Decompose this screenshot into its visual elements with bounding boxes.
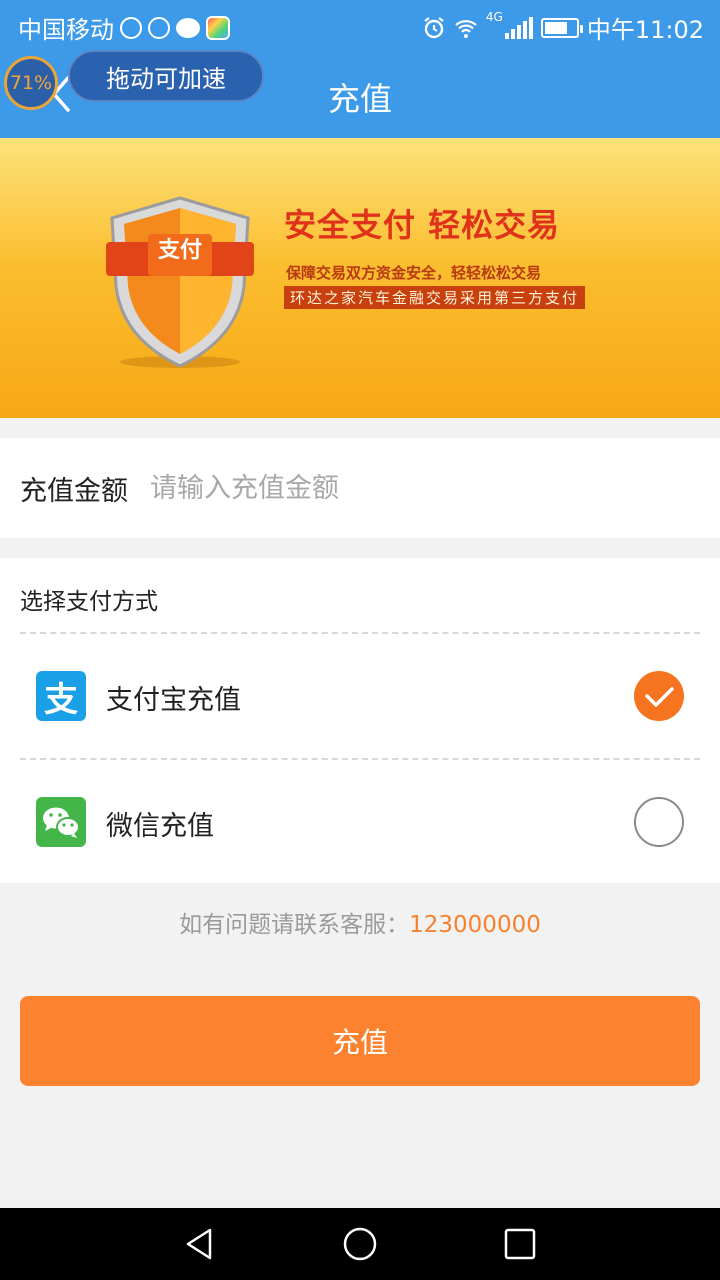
browser-icon <box>148 16 170 39</box>
recharge-button[interactable]: 充值 <box>20 996 700 1086</box>
shield-icon <box>106 196 254 368</box>
banner-title: 安全支付 轻松交易 <box>284 206 561 244</box>
payment-method-section: 选择支付方式 支 支付宝充值 微信充值 <box>0 558 720 883</box>
notification-icon <box>120 16 142 39</box>
alarm-icon <box>424 16 444 38</box>
status-bar-left: 中国移动 <box>18 10 230 45</box>
signal-icon <box>504 16 533 39</box>
contact-phone[interactable]: 123000000 <box>409 912 541 938</box>
alipay-label: 支付宝充值 <box>106 685 241 716</box>
wechat-label: 微信充值 <box>106 811 214 842</box>
back-icon[interactable] <box>182 1226 218 1262</box>
clock: 中午11:02 <box>586 16 704 44</box>
banner-tagline: 环达之家汽车金融交易采用第三方支付 <box>284 286 586 309</box>
contact-info: 如有问题请联系客服：123000000 <box>0 905 720 939</box>
floating-ball[interactable]: 71% <box>4 56 58 110</box>
alipay-radio-checked[interactable] <box>634 671 684 721</box>
app-icon <box>206 15 230 40</box>
floating-ball-percent: 71% <box>9 72 53 94</box>
chat-icon <box>176 17 200 38</box>
amount-row: 充值金额 <box>0 438 720 538</box>
recent-apps-icon[interactable] <box>502 1226 538 1262</box>
home-icon[interactable] <box>342 1226 378 1262</box>
carrier-name: 中国移动 <box>18 16 114 44</box>
checkmark-icon <box>645 687 674 707</box>
battery-icon <box>540 17 583 38</box>
payment-option-alipay[interactable]: 支 支付宝充值 <box>0 634 720 758</box>
payment-method-header: 选择支付方式 <box>20 589 158 615</box>
wechat-radio-unchecked[interactable] <box>634 797 684 847</box>
alipay-icon: 支 <box>36 671 86 721</box>
amount-label: 充值金额 <box>20 475 128 507</box>
payment-option-wechat[interactable]: 微信充值 <box>0 760 720 884</box>
wifi-icon <box>455 19 477 38</box>
wechat-icon <box>36 797 86 847</box>
status-bar: 中国移动 4G 中午11:02 <box>0 0 720 50</box>
network-type: 4G <box>485 10 503 24</box>
amount-input[interactable] <box>150 472 650 504</box>
banner-subtitle: 保障交易双方资金安全，轻轻松松交易 <box>286 264 542 282</box>
drag-accelerate-button[interactable]: 拖动可加速 <box>68 50 264 102</box>
promo-banner: 支付 安全支付 轻松交易 保障交易双方资金安全，轻轻松松交易 环达之家汽车金融交… <box>0 138 720 418</box>
drag-accelerate-label: 拖动可加速 <box>106 64 226 93</box>
status-bar-right: 4G 中午11:02 <box>422 10 704 45</box>
alipay-icon-glyph: 支 <box>44 679 78 720</box>
shield-label: 支付 <box>157 238 202 263</box>
contact-prefix: 如有问题请联系客服： <box>179 912 410 938</box>
navigation-bar <box>0 1208 720 1280</box>
